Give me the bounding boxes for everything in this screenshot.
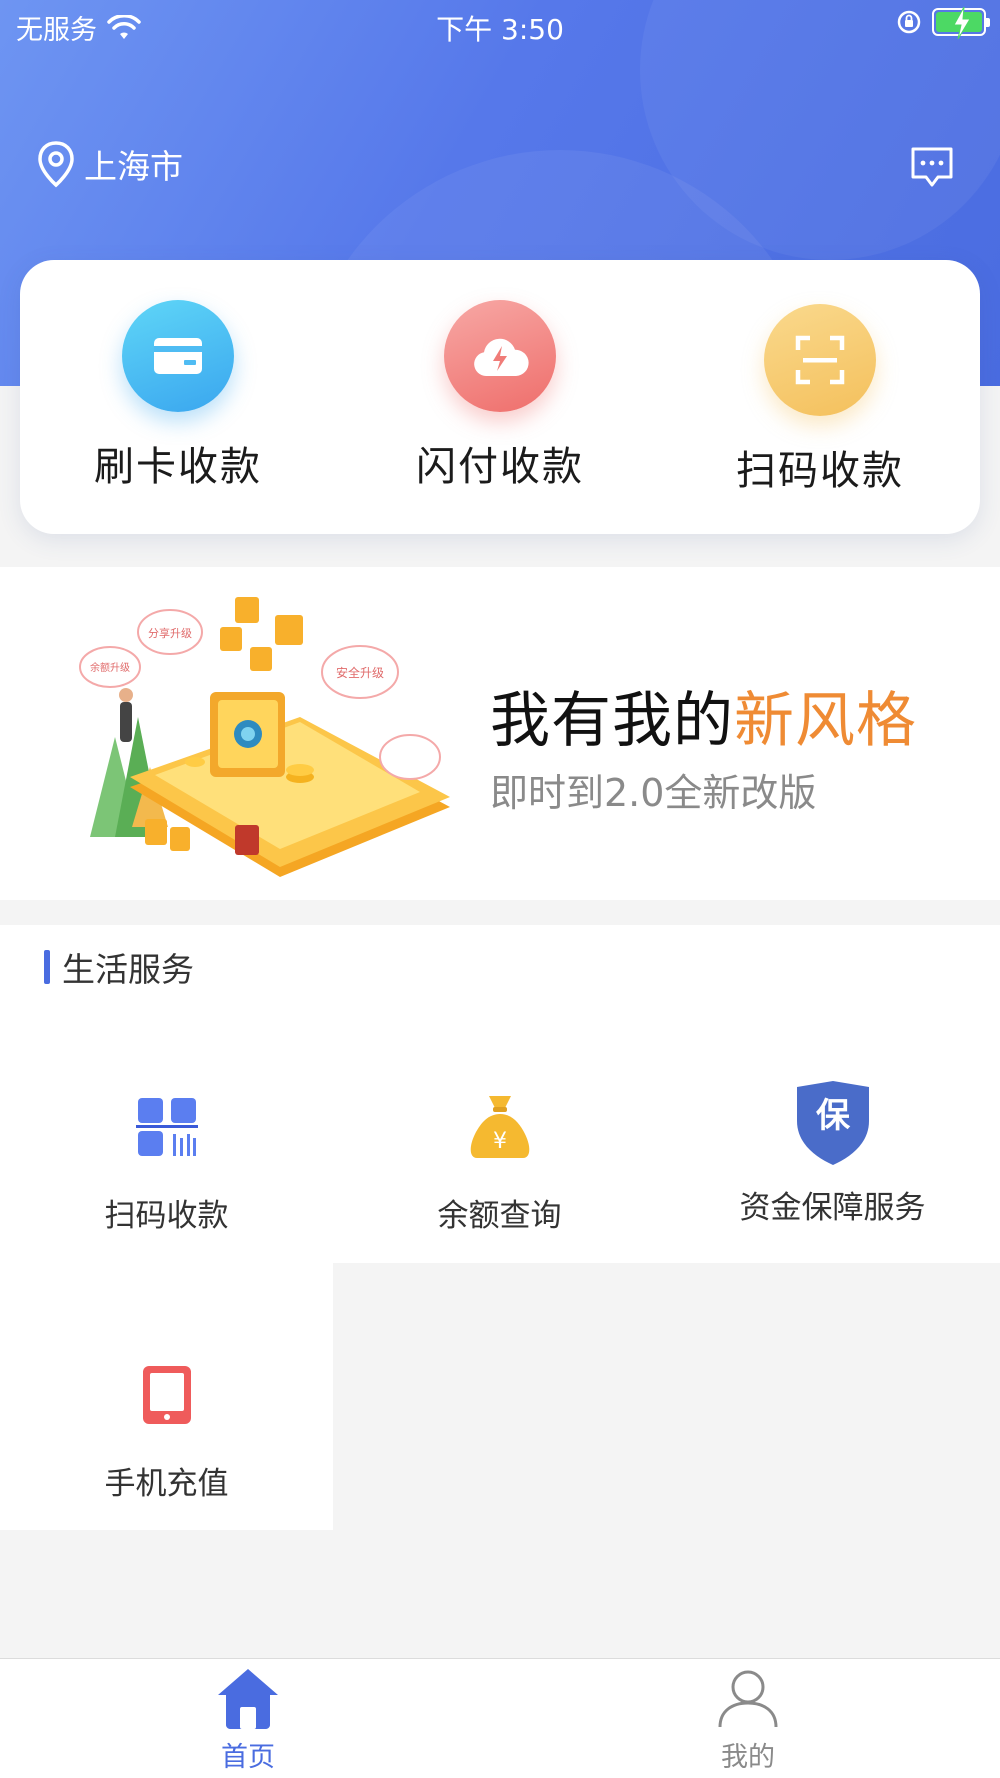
quick-action-label: 刷卡收款 <box>94 444 262 490</box>
banner-title: 我有我的新风格 <box>490 672 917 759</box>
service-label: 余额查询 <box>437 1198 562 1234</box>
quick-action-flash-payment[interactable]: 闪付收款 <box>390 300 610 510</box>
cloud-label-security: 安全升级 <box>336 665 384 680</box>
cloud-label-share: 分享升级 <box>148 626 192 640</box>
section-accent-bar <box>44 950 50 984</box>
tab-label: 首页 <box>221 1742 275 1773</box>
banner-subtitle: 即时到2.0全新改版 <box>490 771 817 815</box>
quick-action-label: 扫码收款 <box>736 448 904 494</box>
service-label: 手机充值 <box>104 1466 229 1502</box>
status-bar: 无服务 下午 3:50 <box>0 0 1000 52</box>
service-label: 扫码收款 <box>104 1198 229 1234</box>
section-title: 生活服务 <box>62 950 194 989</box>
quick-action-label: 闪付收款 <box>416 444 584 490</box>
service-mobile-topup[interactable]: 手机充值 <box>0 1350 333 1503</box>
battery-icon <box>932 7 990 39</box>
service-fund-protection[interactable]: 保 资金保障服务 <box>666 1074 999 1227</box>
svg-text:¥: ¥ <box>493 1129 507 1154</box>
banner-illustration: 余额升级 分享升级 安全升级 <box>79 597 450 877</box>
quick-action-card-payment[interactable]: 刷卡收款 <box>68 300 288 510</box>
tab-mine[interactable]: 我的 <box>648 1667 848 1774</box>
banner-title-prefix: 我有我的 <box>490 686 734 756</box>
phone-icon <box>122 1350 212 1440</box>
location-pin-icon <box>38 141 74 188</box>
service-balance-query[interactable]: ¥ 余额查询 <box>333 1082 666 1235</box>
location-label: 上海市 <box>84 147 183 186</box>
money-bag-icon: ¥ <box>455 1082 545 1172</box>
tab-home[interactable]: 首页 <box>148 1667 348 1774</box>
quick-action-scan-payment[interactable]: 扫码收款 <box>710 304 930 514</box>
scan-icon <box>764 304 876 416</box>
message-icon <box>911 147 953 187</box>
status-time: 下午 3:50 <box>436 13 564 46</box>
tab-label: 我的 <box>721 1742 775 1773</box>
banner-title-highlight: 新风格 <box>734 686 917 756</box>
message-button[interactable] <box>910 146 954 188</box>
location-selector[interactable]: 上海市 <box>36 140 183 188</box>
bottom-tab-bar: 首页 我的 <box>0 1658 1000 1778</box>
cloud-flash-icon <box>444 300 556 412</box>
service-scan-payment[interactable]: 扫码收款 <box>0 1082 333 1235</box>
quick-actions-card: 刷卡收款 闪付收款 扫码收款 <box>20 260 980 534</box>
rotation-lock-icon <box>897 10 921 34</box>
shield-icon: 保 <box>788 1074 878 1172</box>
section-header: 生活服务 <box>44 943 194 991</box>
user-icon <box>718 1670 778 1728</box>
shield-badge-text: 保 <box>816 1096 851 1136</box>
card-icon <box>122 300 234 412</box>
service-label: 资金保障服务 <box>739 1190 926 1226</box>
qr-code-icon <box>122 1082 212 1172</box>
cloud-label-balance: 余额升级 <box>90 661 130 674</box>
home-icon <box>218 1669 278 1729</box>
